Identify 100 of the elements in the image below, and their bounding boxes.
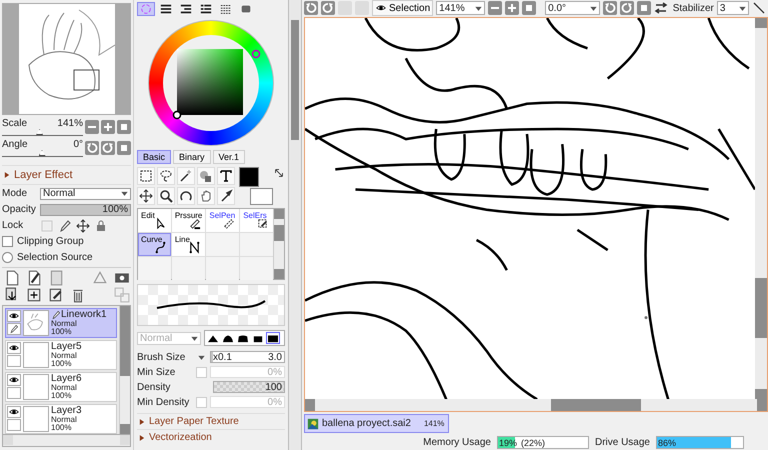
brush-tool[interactable]: Curve <box>138 233 171 256</box>
move-arrows-icon[interactable] <box>139 189 153 203</box>
selection-toggle[interactable]: Selection <box>372 0 434 16</box>
color-panel-tab[interactable] <box>137 2 155 16</box>
slider-value: 141% <box>57 118 83 129</box>
navigator-panel[interactable] <box>2 3 131 115</box>
density-slider[interactable]: 100 <box>213 381 285 393</box>
visibility-toggle[interactable] <box>7 342 21 354</box>
layer-item[interactable]: Linework1 Normal 100% <box>5 308 117 338</box>
layer-list-h-scrollbar[interactable] <box>2 435 131 447</box>
layer-name: Layer3 <box>51 406 82 416</box>
clipping-group-checkbox[interactable] <box>2 236 13 247</box>
zoom-icon[interactable] <box>159 189 173 203</box>
color-marker-icon[interactable] <box>172 110 182 120</box>
layer-effect-header[interactable]: Layer Effect <box>2 165 131 185</box>
magic-wand-icon[interactable] <box>179 169 193 183</box>
add-layer-icon[interactable] <box>26 287 42 303</box>
layer-mode: Normal <box>51 384 78 392</box>
status-label: Memory Usage <box>423 437 491 448</box>
brush-size-slider[interactable]: x0.1 3.0 <box>210 351 285 363</box>
rotate-icon[interactable] <box>179 189 193 203</box>
opacity-slider[interactable]: 100% <box>40 204 131 216</box>
mode-label: Mode <box>2 188 28 199</box>
panel-scrollbar[interactable] <box>288 0 302 450</box>
brush-tool[interactable]: SelPen <box>206 209 240 232</box>
section-header[interactable]: Vectorizeation <box>137 429 285 445</box>
eyedropper-icon[interactable] <box>219 189 233 203</box>
layer-list-scrollbar[interactable] <box>119 306 130 434</box>
eye-icon <box>8 343 20 353</box>
slider-thumb[interactable] <box>38 150 46 156</box>
reset-angle-button[interactable] <box>117 141 131 155</box>
slider-value: 0° <box>73 139 83 150</box>
section-title: Layer Effect <box>14 169 72 181</box>
shape-icon[interactable] <box>199 169 213 183</box>
brush-tool[interactable]: Prssure <box>172 209 206 232</box>
background-color-swatch[interactable] <box>250 188 273 205</box>
brush-tool[interactable]: Edit <box>138 209 171 232</box>
zoom-out-button[interactable] <box>488 1 502 16</box>
section-title: Layer Paper Texture <box>149 416 239 427</box>
visibility-toggle[interactable] <box>7 374 21 386</box>
layer-item[interactable]: Layer6 Normal 100% <box>5 372 117 402</box>
color-mode-tab[interactable]: Basic <box>137 150 172 164</box>
color-mode-tab[interactable]: Binary <box>173 150 211 164</box>
visibility-toggle[interactable] <box>7 310 21 322</box>
visibility-toggle[interactable] <box>7 406 21 418</box>
palette-icon <box>239 3 253 15</box>
tool-list-scrollbar[interactable] <box>273 209 284 279</box>
zoom-out-button[interactable] <box>85 120 99 134</box>
rotate-right-button[interactable] <box>101 141 115 155</box>
reset-zoom-button[interactable] <box>522 1 536 16</box>
new-layer-icon[interactable] <box>4 270 20 286</box>
layer-item[interactable]: Layer3 Normal 100% <box>5 404 117 434</box>
text-tool-icon[interactable] <box>219 169 233 183</box>
canvas-h-scrollbar[interactable] <box>305 399 767 412</box>
setting-checkbox[interactable] <box>196 396 207 408</box>
layer-item[interactable]: Layer5 Normal 100% <box>5 340 117 370</box>
slider-thumb[interactable] <box>36 129 44 135</box>
brush-tool[interactable]: Line <box>172 233 206 256</box>
reset-zoom-button[interactable] <box>117 120 131 134</box>
pencil-icon[interactable] <box>58 218 72 232</box>
line-art-drawing[interactable] <box>305 18 755 400</box>
foreground-color-swatch[interactable] <box>239 167 259 187</box>
brush-tip-shape[interactable] <box>266 332 280 344</box>
angle-dropdown[interactable]: 0.0° <box>545 1 600 16</box>
zoom-in-button[interactable] <box>101 120 115 134</box>
selection-source-radio[interactable] <box>2 252 13 263</box>
hue-marker-icon[interactable] <box>251 49 261 59</box>
rotate-left-button[interactable] <box>602 1 617 16</box>
selection-rect-icon[interactable] <box>139 169 153 183</box>
document-zoom: 141% <box>424 419 444 428</box>
undo-button[interactable] <box>304 1 318 16</box>
rotate-left-button[interactable] <box>85 141 99 155</box>
flip-arrows-icon[interactable] <box>654 1 668 16</box>
blend-mode-dropdown[interactable]: Normal <box>40 188 131 200</box>
move-arrows-icon[interactable] <box>76 218 90 232</box>
line-tool-icon[interactable] <box>752 1 766 16</box>
padlock-icon[interactable] <box>94 218 108 232</box>
hand-icon[interactable] <box>199 189 213 203</box>
zoom-dropdown[interactable]: 141% <box>436 1 486 16</box>
document-tab[interactable]: ballena proyect.sai2 141% <box>304 414 450 434</box>
saturation-value-square[interactable] <box>177 49 243 115</box>
brush-tool[interactable]: SelErs <box>240 209 273 232</box>
section-header[interactable]: Layer Paper Texture <box>137 413 285 429</box>
eraser-layer-icon[interactable] <box>48 287 64 303</box>
stabilizer-label: Stabilizer <box>672 2 714 14</box>
swap-colors-icon[interactable] <box>273 167 285 179</box>
canvas-v-scrollbar[interactable] <box>755 18 767 400</box>
dotted-pen-icon <box>222 217 236 230</box>
setting-checkbox[interactable] <box>196 366 207 378</box>
status-label: Drive Usage <box>594 437 650 448</box>
layer-thumbnail <box>23 374 49 400</box>
stabilizer-dropdown[interactable]: 3 <box>716 1 749 16</box>
sliders-icon <box>159 3 173 15</box>
zoom-in-button[interactable] <box>505 1 520 16</box>
color-mode-tab[interactable]: Ver.1 <box>212 150 246 164</box>
rotate-right-button[interactable] <box>620 1 634 16</box>
redo-button[interactable] <box>321 1 335 16</box>
new-pen-layer-icon[interactable] <box>26 270 42 286</box>
lasso-icon[interactable] <box>159 169 173 183</box>
slider-label: Scale <box>2 118 28 129</box>
